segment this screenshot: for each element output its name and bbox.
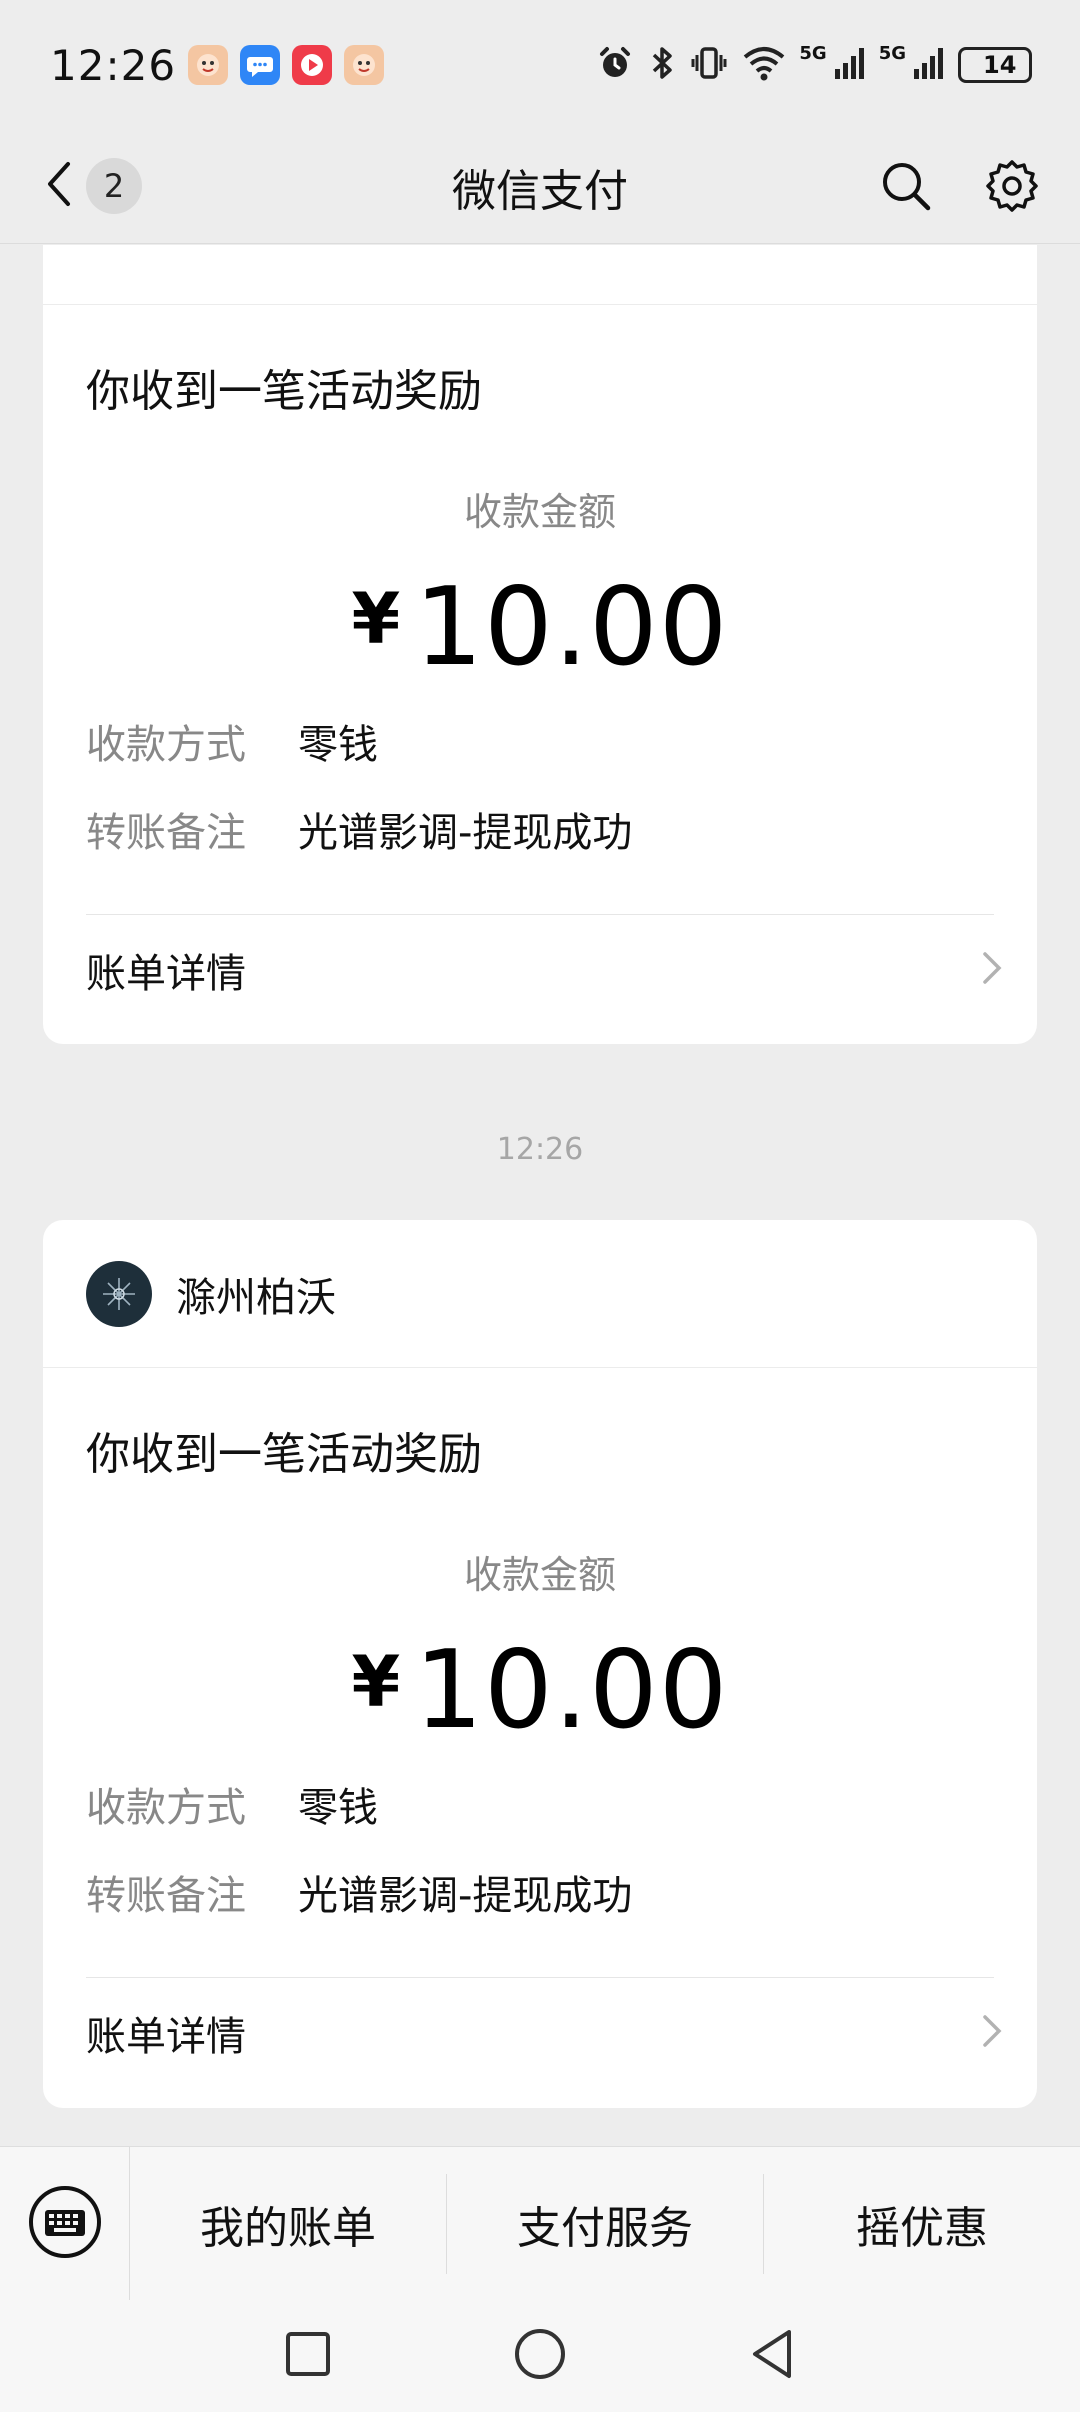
payment-method-row: 收款方式 零钱 [43,1775,1037,1833]
payment-method-row: 收款方式 零钱 [43,712,1037,770]
method-key: 收款方式 [86,722,246,768]
bluetooth-icon [647,43,677,87]
amount-number: 10.00 [414,565,729,690]
currency-symbol: ¥ [351,1641,401,1723]
bill-detail-link[interactable]: 账单详情 [43,1978,1037,2088]
message-notification-icon [240,45,281,85]
note-value: 光谱影调-提现成功 [298,1873,633,1919]
battery-icon: 14 [958,47,1032,83]
back-button[interactable]: 2 [40,154,142,218]
title-bar: 2 微信支付 [0,130,1080,244]
unread-count-badge: 2 [86,158,142,214]
alarm-icon [595,43,635,87]
chevron-left-icon [40,154,76,218]
currency-symbol: ¥ [351,578,401,660]
signal-type-label: 5G [799,43,827,64]
keyboard-icon [27,2184,103,2264]
bill-detail-label: 账单详情 [86,951,246,997]
note-key: 转账备注 [86,810,246,856]
status-bar: 12:26 5G 5G 14 [0,0,1080,130]
recent-apps-button[interactable] [283,2329,333,2383]
note-value: 光谱影调-提现成功 [298,810,633,856]
back-nav-button[interactable] [747,2327,797,2385]
payment-card: 你收到一笔活动奖励 收款金额 ¥ 10.00 收款方式 零钱 转账备注 光谱影调… [43,245,1037,1044]
settings-gear-icon[interactable] [984,158,1040,218]
signal-type-label: 5G [878,43,906,64]
payment-card: 滁州柏沃 你收到一笔活动奖励 收款金额 ¥ 10.00 收款方式 零钱 转账备注… [43,1220,1037,2108]
merchant-logo [86,1260,152,1327]
menu-payment-services[interactable]: 支付服务 [446,2173,763,2274]
app-notification-icon [188,45,229,85]
merchant-name: 滁州柏沃 [176,1274,336,1321]
card-header-partial [43,245,1037,305]
merchant-header[interactable]: 滁州柏沃 [43,1220,1037,1368]
card-title: 你收到一笔活动奖励 [86,1429,482,1480]
vibrate-icon [689,43,729,87]
app-notification-icon [344,45,385,85]
amount-value: ¥ 10.00 [43,574,1037,682]
page-title: 微信支付 [452,165,628,217]
signal-icon [912,43,946,87]
home-button[interactable] [513,2327,567,2385]
chevron-right-icon [977,946,1007,994]
keyboard-toggle-button[interactable] [0,2146,130,2301]
transfer-note-row: 转账备注 光谱影调-提现成功 [43,800,1037,858]
video-notification-icon [292,45,333,85]
menu-shake-deals[interactable]: 摇优惠 [763,2173,1080,2274]
note-key: 转账备注 [86,1873,246,1919]
method-value: 零钱 [298,1785,378,1831]
transfer-note-row: 转账备注 光谱影调-提现成功 [43,1863,1037,1921]
battery-level: 14 [983,51,1017,79]
amount-number: 10.00 [414,1628,729,1753]
amount-label: 收款金额 [463,1553,616,1597]
search-icon[interactable] [878,158,934,218]
system-nav-bar [0,2300,1080,2412]
chevron-right-icon [977,2009,1007,2057]
bottom-menu: 我的账单 支付服务 摇优惠 [0,2146,1080,2301]
wifi-icon [741,43,787,87]
menu-my-bills[interactable]: 我的账单 [130,2174,446,2274]
method-value: 零钱 [298,722,378,768]
bill-detail-label: 账单详情 [86,2014,246,2060]
amount-value: ¥ 10.00 [43,1637,1037,1745]
bill-detail-link[interactable]: 账单详情 [43,915,1037,1025]
message-timestamp: 12:26 [496,1132,584,1167]
signal-icon [833,43,867,87]
method-key: 收款方式 [86,1785,246,1831]
card-title: 你收到一笔活动奖励 [86,366,482,417]
status-time: 12:26 [50,40,177,90]
amount-label: 收款金额 [463,490,616,534]
